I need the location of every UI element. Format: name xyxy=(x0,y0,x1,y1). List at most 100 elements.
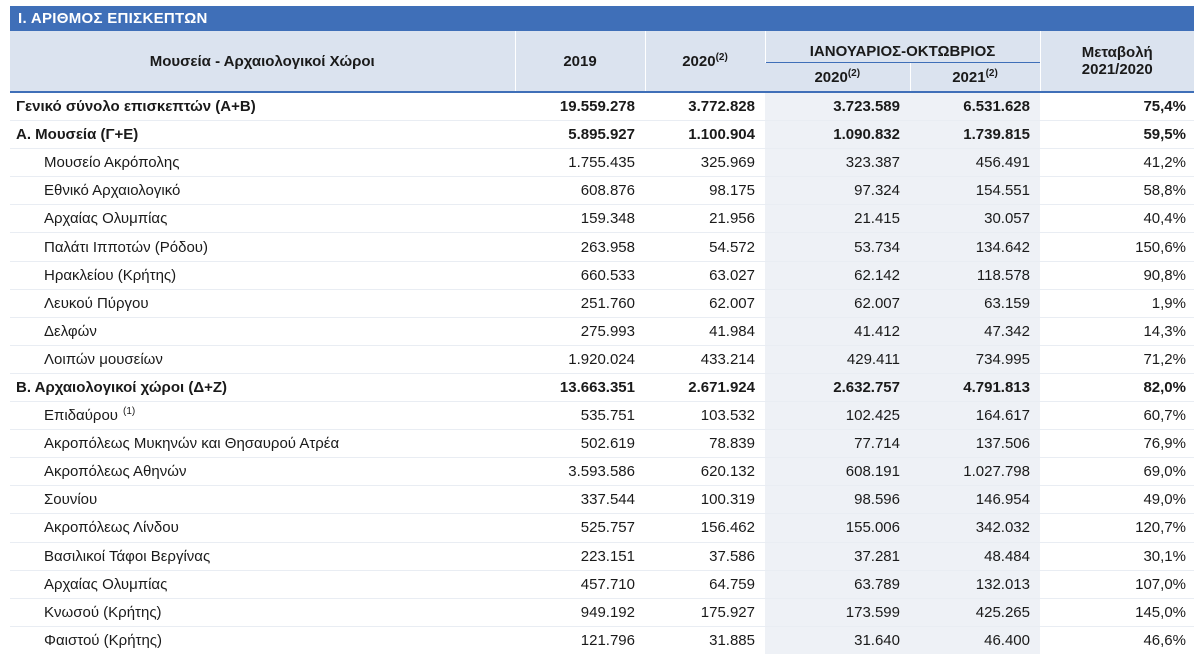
cell-change: 58,8% xyxy=(1040,176,1194,205)
cell-period-2020: 21.415 xyxy=(765,204,910,233)
cell-change-text: 120,7% xyxy=(1135,519,1186,537)
cell-2020: 21.956 xyxy=(645,204,765,233)
header-2019: 2019 xyxy=(514,31,645,92)
row-name: Παλάτι Ιπποτών (Ρόδου) xyxy=(10,232,515,262)
cell-2019-text: 159.348 xyxy=(580,210,635,228)
cell-2019: 13.663.351 xyxy=(515,372,645,402)
cell-2019: 502.619 xyxy=(515,429,645,458)
cell-period-2021-text: 63.159 xyxy=(984,294,1030,312)
cell-period-2020-text: 155.006 xyxy=(845,519,900,537)
row-name: Αρχαίας Ολυμπίας xyxy=(10,204,515,233)
cell-period-2021: 47.342 xyxy=(910,316,1040,346)
cell-2020: 2.671.924 xyxy=(645,372,765,402)
cell-2019: 5.895.927 xyxy=(515,120,645,149)
cell-change: 69,0% xyxy=(1040,457,1194,486)
cell-2020: 63.027 xyxy=(645,260,765,290)
header-period-2020-label: 2020 xyxy=(814,68,848,86)
row-name: Β. Αρχαιολογικοί χώροι (Δ+Ζ) xyxy=(10,372,515,402)
row-name: Ακροπόλεως Μυκηνών και Θησαυρού Ατρέα xyxy=(10,429,515,458)
table-row: Κνωσού (Κρήτης) 949.192 175.927 173.599 425.… xyxy=(10,597,1194,627)
cell-change: 49,0% xyxy=(1040,485,1194,514)
table-row: Β. Αρχαιολογικοί χώροι (Δ+Ζ) 13.663.351 2.… xyxy=(10,372,1194,402)
cell-2019-text: 535.751 xyxy=(580,407,635,425)
row-name: Α. Μουσεία (Γ+Ε) xyxy=(10,120,515,149)
cell-2019-text: 3.593.586 xyxy=(568,463,635,481)
cell-period-2021-text: 734.995 xyxy=(975,350,1030,368)
header-change-line2: 2021/2020 xyxy=(1081,61,1153,78)
table-row: Λοιπών μουσείων 1.920.024 433.214 429.411 73… xyxy=(10,344,1194,374)
cell-period-2020-text: 31.640 xyxy=(854,631,900,649)
cell-2020-text: 63.027 xyxy=(709,266,755,284)
cell-period-2021-text: 118.578 xyxy=(976,266,1030,284)
cell-2019: 3.593.586 xyxy=(515,457,645,486)
cell-2020-text: 3.772.828 xyxy=(688,98,755,116)
cell-period-2021-text: 46.400 xyxy=(984,631,1030,649)
header-period-2021-note: (2) xyxy=(985,67,998,79)
cell-period-2021: 46.400 xyxy=(910,625,1040,654)
cell-2020-text: 103.532 xyxy=(700,407,755,425)
cell-2020-text: 433.214 xyxy=(700,350,755,368)
row-name-text: Β. Αρχαιολογικοί χώροι (Δ+Ζ) xyxy=(16,378,228,396)
cell-period-2021-text: 47.342 xyxy=(984,322,1030,340)
cell-2019-text: 660.533 xyxy=(580,266,635,284)
cell-period-2020-text: 608.191 xyxy=(845,463,900,481)
cell-change: 46,6% xyxy=(1040,625,1194,654)
row-name-text: Ακροπόλεως Μυκηνών και Θησαυρού Ατρέα xyxy=(44,435,340,453)
cell-period-2020: 608.191 xyxy=(765,457,910,486)
cell-change-text: 40,4% xyxy=(1143,210,1186,228)
header-period-group: ΙΑΝΟΥΑΡΙΟΣ-ΟΚΤΩΒΡΙΟΣ xyxy=(764,31,1040,63)
cell-2019: 525.757 xyxy=(515,513,645,542)
cell-change: 76,9% xyxy=(1040,429,1194,458)
cell-2019: 1.755.435 xyxy=(515,148,645,177)
cell-change-text: 145,0% xyxy=(1135,603,1186,621)
cell-2019-text: 19.559.278 xyxy=(559,98,635,116)
cell-2019-text: 121.796 xyxy=(580,631,635,649)
cell-2020-text: 2.671.924 xyxy=(688,378,755,396)
cell-2020: 1.100.904 xyxy=(645,120,765,149)
cell-period-2021: 4.791.813 xyxy=(910,372,1040,402)
cell-period-2021: 6.531.628 xyxy=(910,91,1040,121)
cell-period-2021: 63.159 xyxy=(910,288,1040,318)
cell-2020: 433.214 xyxy=(645,344,765,374)
cell-period-2020-text: 63.789 xyxy=(854,575,900,593)
cell-period-2021-text: 137.506 xyxy=(975,435,1030,453)
cell-period-2020-text: 102.425 xyxy=(845,407,900,425)
cell-change-text: 1,9% xyxy=(1151,294,1186,312)
cell-period-2021-text: 132.013 xyxy=(975,575,1030,593)
header-change: Μεταβολή 2021/2020 xyxy=(1039,31,1194,92)
cell-2020-text: 54.572 xyxy=(709,238,755,256)
cell-2019: 535.751 xyxy=(515,401,645,430)
cell-period-2020: 62.142 xyxy=(765,260,910,290)
row-name-text: Ηρακλείου (Κρήτης) xyxy=(44,266,177,284)
cell-period-2021-text: 146.954 xyxy=(975,491,1030,509)
cell-period-2021-text: 4.791.813 xyxy=(963,378,1030,396)
table-row: Αρχαίας Ολυμπίας 159.348 21.956 21.415 30.05… xyxy=(10,204,1194,233)
row-name: Εθνικό Αρχαιολογικό xyxy=(10,176,515,205)
cell-period-2020-text: 53.734 xyxy=(854,238,900,256)
row-name-text: Αρχαίας Ολυμπίας xyxy=(44,210,168,228)
cell-change-text: 60,7% xyxy=(1143,407,1186,425)
cell-change-text: 46,6% xyxy=(1143,631,1186,649)
cell-period-2021: 734.995 xyxy=(910,344,1040,374)
cell-period-2020: 323.387 xyxy=(765,148,910,177)
cell-2020-text: 325.969 xyxy=(700,154,755,172)
cell-period-2021-text: 6.531.628 xyxy=(963,98,1030,116)
cell-period-2020-text: 429.411 xyxy=(846,350,900,368)
row-name: Επιδαύρου (1) xyxy=(10,401,515,430)
cell-2020: 100.319 xyxy=(645,485,765,514)
row-name-text: Βασιλικοί Τάφοι Βεργίνας xyxy=(44,547,211,565)
table-row: Βασιλικοί Τάφοι Βεργίνας 223.151 37.586 37.… xyxy=(10,541,1194,571)
cell-change: 40,4% xyxy=(1040,204,1194,233)
header-2019-label: 2019 xyxy=(563,52,597,70)
row-name: Γενικό σύνολο επισκεπτών (Α+Β) xyxy=(10,91,515,121)
row-name-text: Ακροπόλεως Λίνδου xyxy=(44,519,179,537)
cell-period-2020: 37.281 xyxy=(765,541,910,571)
table-body: Γενικό σύνολο επισκεπτών (Α+Β) 19.559.278… xyxy=(10,91,1194,654)
cell-change: 41,2% xyxy=(1040,148,1194,177)
cell-period-2020-text: 173.599 xyxy=(845,603,900,621)
table-row: Ακροπόλεως Λίνδου 525.757 156.462 155.006 34… xyxy=(10,513,1194,542)
cell-period-2020: 98.596 xyxy=(765,485,910,514)
cell-period-2020: 62.007 xyxy=(765,288,910,318)
table-row: Φαιστού (Κρήτης) 121.796 31.885 31.640 46.40… xyxy=(10,625,1194,654)
table-row: Ακροπόλεως Αθηνών 3.593.586 620.132 608.191… xyxy=(10,457,1194,486)
